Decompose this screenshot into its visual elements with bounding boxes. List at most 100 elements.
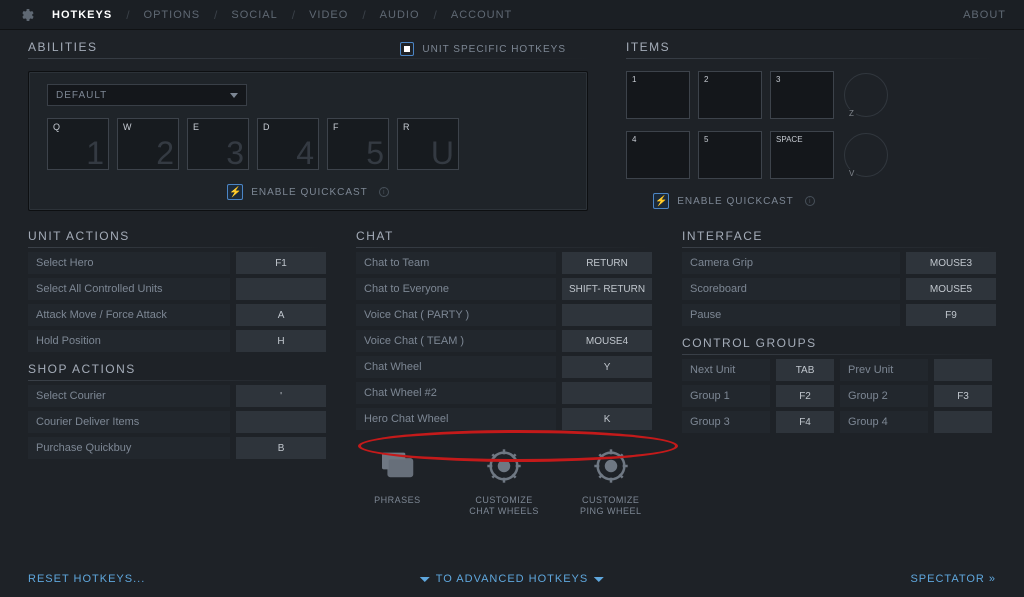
hotkey-row: Chat to EveryoneSHIFT- RETURN: [356, 278, 652, 300]
ability-key[interactable]: E3: [187, 118, 249, 170]
hotkey-value[interactable]: F9: [906, 304, 996, 326]
spectator-link[interactable]: SPECTATOR »: [910, 573, 996, 585]
control-group-value[interactable]: [934, 359, 992, 381]
ability-key[interactable]: RU: [397, 118, 459, 170]
hotkey-row: Attack Move / Force Attack A: [28, 304, 326, 326]
key-letter: F: [333, 122, 339, 132]
control-group-value[interactable]: TAB: [776, 359, 834, 381]
hotkey-label: Chat to Team: [356, 252, 556, 274]
control-group-value[interactable]: F4: [776, 411, 834, 433]
info-icon[interactable]: i: [379, 187, 389, 197]
items-quickcast-toggle[interactable]: ⚡: [653, 193, 669, 209]
hotkey-row: Hold Position H: [28, 330, 326, 352]
advanced-hotkeys-link[interactable]: TO ADVANCED HOTKEYS: [420, 573, 604, 585]
unit-specific-label: UNIT SPECIFIC HOTKEYS: [422, 44, 566, 55]
hotkey-value[interactable]: MOUSE5: [906, 278, 996, 300]
hotkey-label: Chat Wheel #2: [356, 382, 556, 404]
hotkey-value[interactable]: K: [562, 408, 652, 430]
hotkey-value[interactable]: MOUSE3: [906, 252, 996, 274]
control-group-label: Group 4: [840, 411, 928, 433]
unit-actions-title: UNIT ACTIONS: [28, 229, 326, 243]
ability-key[interactable]: F5: [327, 118, 389, 170]
phrases-button[interactable]: PHRASES: [356, 446, 439, 517]
tp-slot[interactable]: Z: [844, 73, 888, 117]
control-group-value[interactable]: [934, 411, 992, 433]
hotkey-row: Voice Chat ( TEAM )MOUSE4: [356, 330, 652, 352]
customize-chat-wheels-button[interactable]: CUSTOMIZECHAT WHEELS: [463, 446, 546, 517]
hotkey-label: Purchase Quickbuy: [28, 437, 230, 459]
abilities-title: ABILITIES: [28, 40, 98, 54]
tab-hotkeys[interactable]: HOTKEYS: [48, 9, 116, 21]
tab-social[interactable]: SOCIAL: [227, 9, 281, 21]
abilities-quickcast-toggle[interactable]: ⚡: [227, 184, 243, 200]
tab-options[interactable]: OPTIONS: [140, 9, 205, 21]
spectator-label: SPECTATOR: [910, 573, 984, 585]
ability-key[interactable]: W2: [117, 118, 179, 170]
tab-video[interactable]: VIDEO: [305, 9, 352, 21]
hotkey-label: Attack Move / Force Attack: [28, 304, 230, 326]
ability-preset-dropdown[interactable]: DEFAULT: [47, 84, 247, 106]
item-slot[interactable]: 3: [770, 71, 834, 119]
neutral-slot[interactable]: V: [844, 133, 888, 177]
hotkey-value[interactable]: A: [236, 304, 326, 326]
unit-specific-checkbox[interactable]: [400, 42, 414, 56]
key-index: 1: [86, 135, 104, 172]
chevron-down-icon: [594, 577, 604, 582]
item-slot[interactable]: SPACE: [770, 131, 834, 179]
info-icon[interactable]: i: [805, 196, 815, 206]
hotkey-value[interactable]: Y: [562, 356, 652, 378]
item-slot[interactable]: 2: [698, 71, 762, 119]
key-letter: W: [123, 122, 132, 132]
hotkey-value[interactable]: H: [236, 330, 326, 352]
tab-separator: /: [352, 8, 375, 22]
control-group-value[interactable]: F2: [776, 385, 834, 407]
hotkey-value[interactable]: MOUSE4: [562, 330, 652, 352]
customize-ping-wheel-button[interactable]: CUSTOMIZEPING WHEEL: [569, 446, 652, 517]
item-slot[interactable]: 5: [698, 131, 762, 179]
hotkey-value[interactable]: [236, 278, 326, 300]
key-letter: 5: [704, 135, 708, 144]
hotkey-row: Camera GripMOUSE3: [682, 252, 996, 274]
tab-account[interactable]: ACCOUNT: [447, 9, 516, 21]
interface-title: INTERFACE: [682, 229, 996, 243]
advanced-hotkeys-label: TO ADVANCED HOTKEYS: [436, 573, 588, 585]
chevron-right-icon: »: [989, 573, 996, 585]
hotkey-value[interactable]: [236, 411, 326, 433]
key-letter: 1: [632, 75, 636, 84]
hotkey-row: Voice Chat ( PARTY ): [356, 304, 652, 326]
hotkey-value[interactable]: F1: [236, 252, 326, 274]
ability-panel: DEFAULT Q1W2E3D4F5RU ⚡ ENABLE QUICKCAST …: [28, 71, 588, 211]
reset-hotkeys-link[interactable]: RESET HOTKEYS...: [28, 573, 145, 585]
top-bar: HOTKEYS/OPTIONS/SOCIAL/VIDEO/AUDIO/ACCOU…: [0, 0, 1024, 30]
hotkey-label: Hold Position: [28, 330, 230, 352]
control-group-row: Next UnitTABPrev Unit: [682, 359, 996, 381]
hotkey-row: ScoreboardMOUSE5: [682, 278, 996, 300]
hotkey-row: Courier Deliver Items: [28, 411, 326, 433]
key-index: 3: [226, 135, 244, 172]
hotkey-value[interactable]: SHIFT- RETURN: [562, 278, 652, 300]
lightning-icon: ⚡: [229, 187, 241, 198]
customize-ping-wheel-label: CUSTOMIZEPING WHEEL: [580, 495, 642, 517]
key-letter: SPACE: [776, 135, 803, 144]
key-letter: V: [847, 169, 856, 178]
chevron-down-icon: [420, 577, 430, 582]
hotkey-value[interactable]: [562, 382, 652, 404]
phrases-icon: [377, 446, 417, 489]
hotkey-value[interactable]: B: [236, 437, 326, 459]
ability-key[interactable]: Q1: [47, 118, 109, 170]
phrases-label: PHRASES: [374, 495, 421, 506]
hotkey-value[interactable]: RETURN: [562, 252, 652, 274]
key-index: 5: [366, 135, 384, 172]
hotkey-value[interactable]: [562, 304, 652, 326]
item-slot[interactable]: 1: [626, 71, 690, 119]
key-letter: Q: [53, 122, 60, 132]
hotkey-row: Chat WheelY: [356, 356, 652, 378]
hotkey-value[interactable]: ': [236, 385, 326, 407]
ability-key[interactable]: D4: [257, 118, 319, 170]
control-group-value[interactable]: F3: [934, 385, 992, 407]
key-index: U: [431, 135, 454, 172]
tab-audio[interactable]: AUDIO: [376, 9, 424, 21]
key-letter: 2: [704, 75, 708, 84]
about-link[interactable]: ABOUT: [963, 9, 1006, 21]
item-slot[interactable]: 4: [626, 131, 690, 179]
